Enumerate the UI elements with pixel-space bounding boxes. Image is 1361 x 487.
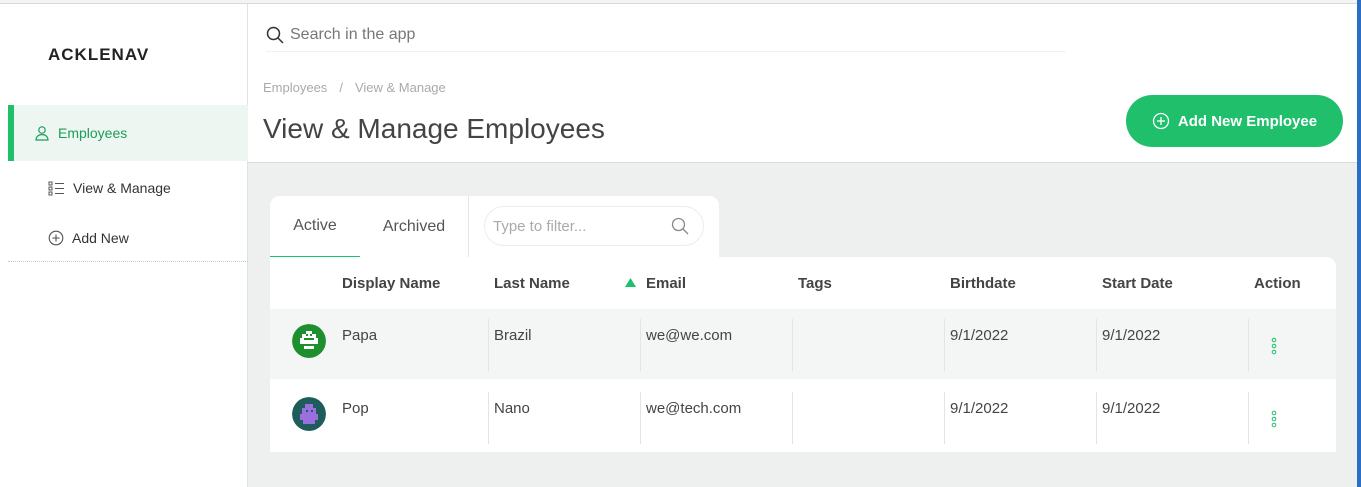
sidebar-divider	[8, 261, 248, 262]
page-header: Employees / View & Manage View & Manage …	[248, 4, 1357, 163]
breadcrumb: Employees / View & Manage	[263, 80, 446, 95]
column-divider	[792, 319, 793, 371]
add-new-employee-label: Add New Employee	[1177, 112, 1318, 130]
user-icon	[35, 126, 49, 141]
app-logo[interactable]: ACKLENAV	[48, 45, 148, 65]
column-header-email[interactable]: Email	[646, 275, 686, 292]
column-header-last-name[interactable]: Last Name	[494, 275, 570, 292]
row-actions-button[interactable]	[1266, 410, 1282, 430]
breadcrumb-employees[interactable]: Employees	[263, 80, 327, 95]
cell-start-date: 9/1/2022	[1102, 327, 1161, 344]
filter-input[interactable]	[493, 217, 663, 235]
column-divider	[944, 319, 945, 371]
sidebar: ACKLENAV Employees View & Manage Add New	[0, 4, 248, 487]
employees-table: Display Name Last Name Email Tags Birthd…	[270, 257, 1336, 452]
cell-display-name: Papa	[342, 327, 378, 344]
tab-archived[interactable]: Archived	[370, 196, 458, 258]
search-icon[interactable]	[266, 26, 284, 44]
column-header-birthdate[interactable]: Birthdate	[950, 275, 1016, 292]
column-header-tags[interactable]: Tags	[798, 275, 832, 292]
column-divider	[944, 392, 945, 444]
page-title: View & Manage Employees	[263, 113, 605, 144]
tab-active[interactable]: Active	[270, 196, 360, 258]
sidebar-item-label: Employees	[58, 125, 128, 141]
search-input[interactable]	[290, 25, 990, 44]
sort-ascending-icon[interactable]	[625, 278, 636, 287]
table-header: Display Name Last Name Email Tags Birthd…	[270, 257, 1336, 309]
row-actions-button[interactable]	[1266, 337, 1282, 357]
tab-divider	[468, 196, 469, 258]
cell-birthdate: 9/1/2022	[950, 327, 1009, 344]
cell-birthdate: 9/1/2022	[950, 400, 1009, 417]
cell-email: we@tech.com	[646, 400, 742, 417]
add-new-employee-button[interactable]: Add New Employee	[1126, 95, 1343, 147]
purple-pixel-avatar-icon	[292, 397, 326, 431]
cell-display-name: Pop	[342, 400, 369, 417]
more-vertical-icon	[1271, 410, 1277, 428]
column-divider	[1248, 392, 1249, 444]
plus-circle-icon	[1152, 112, 1170, 130]
search-icon[interactable]	[671, 217, 689, 235]
avatar	[292, 397, 326, 431]
column-divider	[488, 319, 489, 371]
column-header-display-name[interactable]: Display Name	[342, 275, 440, 292]
sidebar-item-add-new[interactable]: Add New	[8, 224, 248, 252]
sidebar-item-employees[interactable]: Employees	[8, 105, 248, 161]
table-row[interactable]: Papa Brazil we@we.com 9/1/2022 9/1/2022	[270, 309, 1336, 379]
sidebar-item-view-manage[interactable]: View & Manage	[8, 174, 248, 202]
column-divider	[1248, 319, 1249, 371]
avatar	[292, 324, 326, 358]
table-row[interactable]: Pop Nano we@tech.com 9/1/2022 9/1/2022	[270, 382, 1336, 452]
filter-box	[484, 206, 704, 246]
more-vertical-icon	[1271, 337, 1277, 355]
cell-last-name: Brazil	[494, 327, 532, 344]
cell-start-date: 9/1/2022	[1102, 400, 1161, 417]
green-pixel-avatar-icon	[292, 324, 326, 358]
column-divider	[1096, 392, 1097, 444]
column-divider	[640, 319, 641, 371]
sidebar-item-label: View & Manage	[73, 180, 171, 196]
breadcrumb-view-manage: View & Manage	[354, 80, 446, 95]
list-icon	[48, 181, 64, 196]
cell-last-name: Nano	[494, 400, 530, 417]
column-divider	[1096, 319, 1097, 371]
plus-circle-icon	[48, 230, 64, 246]
tab-bar: Active Archived	[270, 196, 719, 258]
column-divider	[488, 392, 489, 444]
search-bar	[266, 18, 1066, 52]
breadcrumb-separator: /	[339, 80, 343, 95]
cell-email: we@we.com	[646, 327, 733, 344]
column-divider	[792, 392, 793, 444]
column-header-start-date[interactable]: Start Date	[1102, 275, 1173, 292]
window-right-edge	[1357, 0, 1361, 487]
column-divider	[640, 392, 641, 444]
column-header-action: Action	[1254, 275, 1301, 292]
sidebar-item-label: Add New	[72, 230, 129, 246]
